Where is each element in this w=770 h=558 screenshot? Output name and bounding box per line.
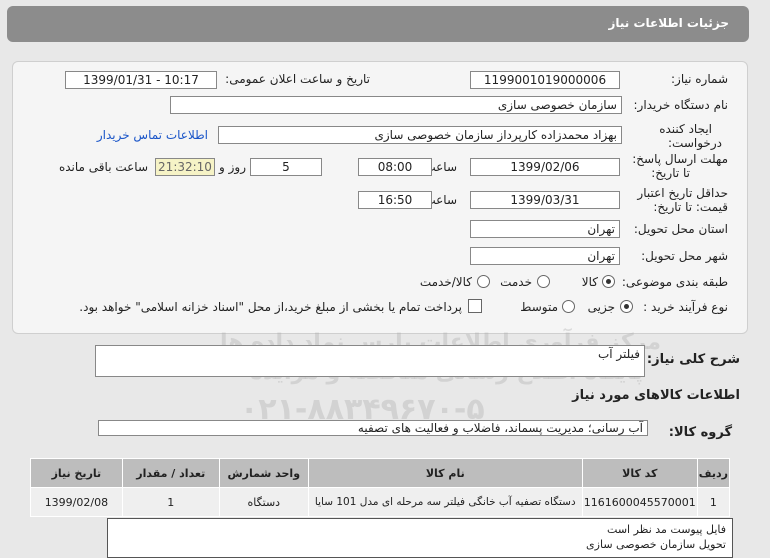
goods-table-header: ردیف کد کالا نام کالا واحد شمارش تعداد /…	[30, 458, 731, 488]
col-row-header: ردیف	[696, 458, 731, 488]
validity-time-field[interactable]: 16:50	[358, 191, 432, 209]
days-remaining-field[interactable]: 5	[250, 158, 322, 176]
deadline-label-2: تا تاریخ:	[651, 166, 690, 180]
col-code-header: کد کالا	[581, 458, 698, 488]
col-name-header: نام کالا	[307, 458, 583, 488]
table-row[interactable]: 1 1161600045570001 دستگاه تصفیه آب خانگی…	[30, 487, 731, 517]
purchase-type-label: نوع فرآیند خرید :	[643, 300, 728, 314]
goods-group-field: آب رسانی؛ مدیریت پسماند، فاضلاب و فعالیت…	[98, 420, 648, 436]
cell-row-number: 1	[696, 487, 731, 517]
category-label: طبقه بندی موضوعی:	[621, 275, 728, 289]
category-goods-label: کالا	[581, 275, 598, 289]
validity-date-field[interactable]: 1399/03/31	[470, 191, 620, 209]
purchase-minor-radio[interactable]	[620, 300, 633, 313]
province-field[interactable]: تهران	[470, 220, 620, 238]
buyer-contact-link[interactable]: اطلاعات تماس خریدار	[97, 128, 208, 142]
deadline-label-1: مهلت ارسال پاسخ:	[632, 152, 728, 166]
category-goods-radio[interactable]	[602, 275, 615, 288]
notes-line-1: فایل پیوست مد نظر است	[607, 523, 726, 536]
city-field[interactable]: تهران	[470, 247, 620, 265]
validity-label-2: قیمت: تا تاریخ:	[653, 200, 728, 214]
page-header: جزئیات اطلاعات نیاز	[7, 6, 749, 42]
creator-field[interactable]: بهزاد محمدزاده کارپرداز سازمان خصوصی ساز…	[218, 126, 622, 144]
summary-label: شرح کلی نیاز:	[646, 352, 740, 367]
province-label: استان محل تحویل:	[633, 222, 728, 236]
remaining-time-field: 21:32:10	[155, 158, 215, 176]
goods-info-title: اطلاعات کالاهای مورد نیاز	[572, 388, 740, 403]
treasury-payment-checkbox[interactable]	[468, 299, 482, 313]
purchase-medium-radio[interactable]	[562, 300, 575, 313]
creator-label-1: ایجاد کننده	[659, 122, 712, 136]
category-goods-service-radio[interactable]	[477, 275, 490, 288]
page-title: جزئیات اطلاعات نیاز	[608, 16, 729, 30]
validity-label-1: حداقل تاریخ اعتبار	[637, 186, 728, 200]
goods-group-label: گروه کالا:	[668, 425, 732, 440]
days-label: روز و	[219, 160, 246, 174]
deadline-date-field[interactable]: 1399/02/06	[470, 158, 620, 176]
col-date-header: تاریخ نیاز	[30, 458, 123, 488]
city-label: شهر محل تحویل:	[641, 249, 728, 263]
purchase-minor-label: جزیی	[587, 300, 615, 314]
category-service-label: خدمت	[500, 275, 532, 289]
goods-table: ردیف کد کالا نام کالا واحد شمارش تعداد /…	[30, 458, 731, 517]
need-number-label: شماره نیاز:	[671, 72, 728, 86]
buyer-org-label: نام دستگاه خریدار:	[633, 98, 729, 112]
announce-datetime-label: تاریخ و ساعت اعلان عمومی:	[225, 72, 370, 86]
cell-goods-code: 1161600045570001	[581, 487, 698, 517]
purchase-medium-label: متوسط	[520, 300, 558, 314]
creator-label-2: درخواست:	[668, 136, 722, 150]
deadline-time-field[interactable]: 08:00	[358, 158, 432, 176]
cell-quantity: 1	[121, 487, 220, 517]
cell-need-date: 1399/02/08	[30, 487, 123, 517]
cell-goods-name: دستگاه تصفیه آب خانگی فیلتر سه مرحله ای …	[307, 487, 583, 517]
announce-datetime-field[interactable]: 1399/01/31 - 10:17	[65, 71, 217, 89]
category-service-radio[interactable]	[537, 275, 550, 288]
need-number-field[interactable]: 1199001019000006	[470, 71, 620, 89]
summary-field: فیلتر آب	[95, 345, 645, 377]
col-unit-header: واحد شمارش	[218, 458, 309, 488]
cell-unit: دستگاه	[218, 487, 309, 517]
remaining-time-label: ساعت باقی مانده	[58, 160, 148, 174]
treasury-payment-note: پرداخت تمام یا بخشی از مبلغ خرید،از محل …	[79, 300, 462, 314]
col-qty-header: تعداد / مقدار	[121, 458, 220, 488]
category-goods-service-label: کالا/خدمت	[419, 275, 472, 289]
buyer-notes-box: فایل پیوست مد نظر است تحویل سازمان خصوصی…	[107, 518, 733, 558]
buyer-org-field[interactable]: سازمان خصوصی سازی	[170, 96, 622, 114]
